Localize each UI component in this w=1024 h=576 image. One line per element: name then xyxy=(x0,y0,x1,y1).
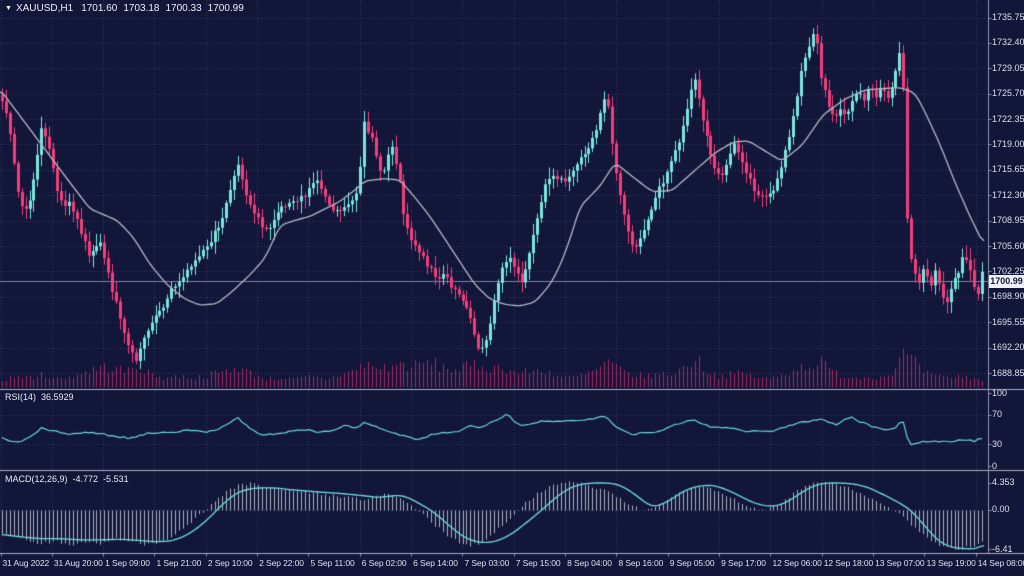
macd-panel[interactable] xyxy=(0,471,988,553)
time-axis[interactable] xyxy=(0,554,1024,576)
chart-window: ▼XAUUSD,H11701.601703.181700.331700.99 R… xyxy=(0,0,1024,576)
main-chart-panel[interactable] xyxy=(0,0,988,389)
rsi-panel[interactable] xyxy=(0,390,988,470)
current-price-tag: 1700.99 xyxy=(989,275,1024,288)
